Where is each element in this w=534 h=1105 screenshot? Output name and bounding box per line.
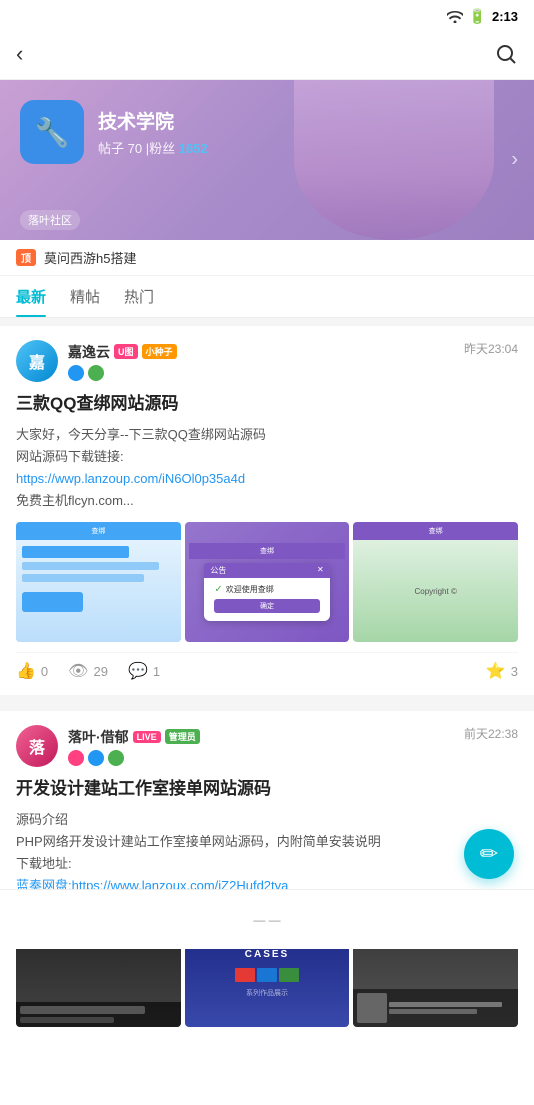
comment-icon: 💬 <box>128 661 148 681</box>
community-tag: 落叶社区 <box>20 210 80 230</box>
badge-icon-red <box>68 750 84 766</box>
badge-icon-green <box>108 750 124 766</box>
post-text-2c: 下载地址: <box>16 853 518 875</box>
post-author-1[interactable]: 嘉 嘉逸云 U图 小种子 <box>16 340 177 382</box>
wifi-icon <box>447 11 463 23</box>
comment-count-1: 1 <box>153 664 160 679</box>
divider-1 <box>0 695 534 703</box>
pinned-text: 莫问西游h5搭建 <box>44 248 136 267</box>
community-title: 技术学院 <box>98 107 208 134</box>
status-bar: 🔋 2:13 <box>0 0 534 33</box>
community-info: 技术学院 帖子 70 |粉丝 1652 <box>98 107 208 157</box>
star-icon: ⭐ <box>486 661 506 681</box>
follow-label: |粉丝 <box>146 141 175 156</box>
posts-count: 70 <box>128 141 142 156</box>
post-title-2: 开发设计建站工作室接单网站源码 <box>16 777 518 801</box>
post-author-2[interactable]: 落 落叶·借郁 LIVE 管理员 <box>16 725 200 767</box>
cases-sub: 系列作品展示 <box>246 988 288 998</box>
star-action-1[interactable]: ⭐ 3 <box>486 661 518 681</box>
post-title-1: 三款QQ查绑网站源码 <box>16 392 518 416</box>
tab-latest[interactable]: 最新 <box>16 276 46 317</box>
img2-query-label: 查绑 <box>260 546 274 556</box>
avatar-1: 嘉 <box>16 340 58 382</box>
post-text-1b: 网站源码下载链接: <box>16 446 518 468</box>
pinned-notice[interactable]: 顶 莫问西游h5搭建 <box>0 240 534 276</box>
author-name-2: 落叶·借郁 <box>68 727 129 747</box>
post-image-1b[interactable]: 查绑 公告 ✕ ✓ 欢迎使用查绑 确定 <box>185 522 350 642</box>
post-images-1: 查绑 查绑 公告 ✕ <box>16 522 518 642</box>
compose-icon: ✏ <box>480 841 498 867</box>
tab-hot[interactable]: 热门 <box>124 276 154 317</box>
author-badge-seedling: 小种子 <box>142 344 177 359</box>
post-text-2b: PHP网络开发设计建站工作室接单网站源码，内附简单安装说明 <box>16 831 518 853</box>
post-text-1a: 大家好，今天分享--下三款QQ查绑网站源码 <box>16 424 518 446</box>
community-banner[interactable]: 🔧 技术学院 帖子 70 |粉丝 1652 落叶社区 › <box>0 80 534 240</box>
post-footer-1: 👍 0 👁 29 💬 1 ⭐ 3 <box>16 652 518 681</box>
top-nav: ‹ <box>0 33 534 80</box>
followers-count: 1652 <box>179 141 208 156</box>
tab-featured[interactable]: 精帖 <box>70 276 100 317</box>
post-image-1c[interactable]: 查绑 Copyright © <box>353 522 518 642</box>
post-time-1: 昨天23:04 <box>464 340 518 357</box>
post-freehost: 免费主机flcyn.com... <box>16 490 518 512</box>
like-icon: 👍 <box>16 661 36 681</box>
avatar-2: 落 <box>16 725 58 767</box>
post-image-1a[interactable]: 查绑 <box>16 522 181 642</box>
battery-icon: 🔋 <box>469 8 486 25</box>
back-button[interactable]: ‹ <box>16 41 23 67</box>
community-stats: 帖子 70 |粉丝 1652 <box>98 138 208 157</box>
author-badge-live: LIVE <box>133 731 161 743</box>
level-icon <box>88 365 104 381</box>
chevron-right-icon[interactable]: › <box>511 149 518 172</box>
cases-label: CASES <box>245 949 289 960</box>
author-badge-uid: U图 <box>114 344 138 359</box>
search-icon[interactable] <box>494 42 518 66</box>
post-time-2: 前天22:38 <box>464 725 518 742</box>
like-count-1: 0 <box>41 664 48 679</box>
verified-icon <box>68 365 84 381</box>
author-badge-admin: 管理员 <box>165 729 200 744</box>
mock-dialog: 公告 ✕ ✓ 欢迎使用查绑 确定 <box>204 563 329 621</box>
badge-icon-blue <box>88 750 104 766</box>
view-icon: 👁 <box>68 661 88 681</box>
post-card-1: 嘉 嘉逸云 U图 小种子 昨天23:04 三款QQ查绑网站源码 大家好，今天分享… <box>0 326 534 695</box>
post-link-1[interactable]: https://wwp.lanzoup.com/iN6Ol0p35a4d <box>16 468 518 490</box>
compose-fab[interactable]: ✏ <box>464 829 514 879</box>
comment-action-1[interactable]: 💬 1 <box>128 661 160 681</box>
posts-label: 帖子 <box>98 141 124 156</box>
star-count-1: 3 <box>511 664 518 679</box>
like-action-1[interactable]: 👍 0 <box>16 661 48 681</box>
view-action-1[interactable]: 👁 29 <box>68 661 108 681</box>
post-body-1: 大家好，今天分享--下三款QQ查绑网站源码 网站源码下载链接: https://… <box>16 424 518 512</box>
bottom-nav: — — <box>0 889 534 949</box>
author-name-1: 嘉逸云 <box>68 342 110 362</box>
pinned-badge: 顶 <box>16 249 36 266</box>
bottom-nav-placeholder: — — <box>253 913 280 927</box>
status-time: 2:13 <box>492 9 518 24</box>
tab-bar: 最新 精帖 热门 <box>0 276 534 318</box>
post-text-2a: 源码介绍 <box>16 809 518 831</box>
view-count-1: 29 <box>93 664 107 679</box>
community-icon: 🔧 <box>20 100 84 164</box>
post-body-2: 源码介绍 PHP网络开发设计建站工作室接单网站源码，内附简单安装说明 下载地址:… <box>16 809 518 897</box>
